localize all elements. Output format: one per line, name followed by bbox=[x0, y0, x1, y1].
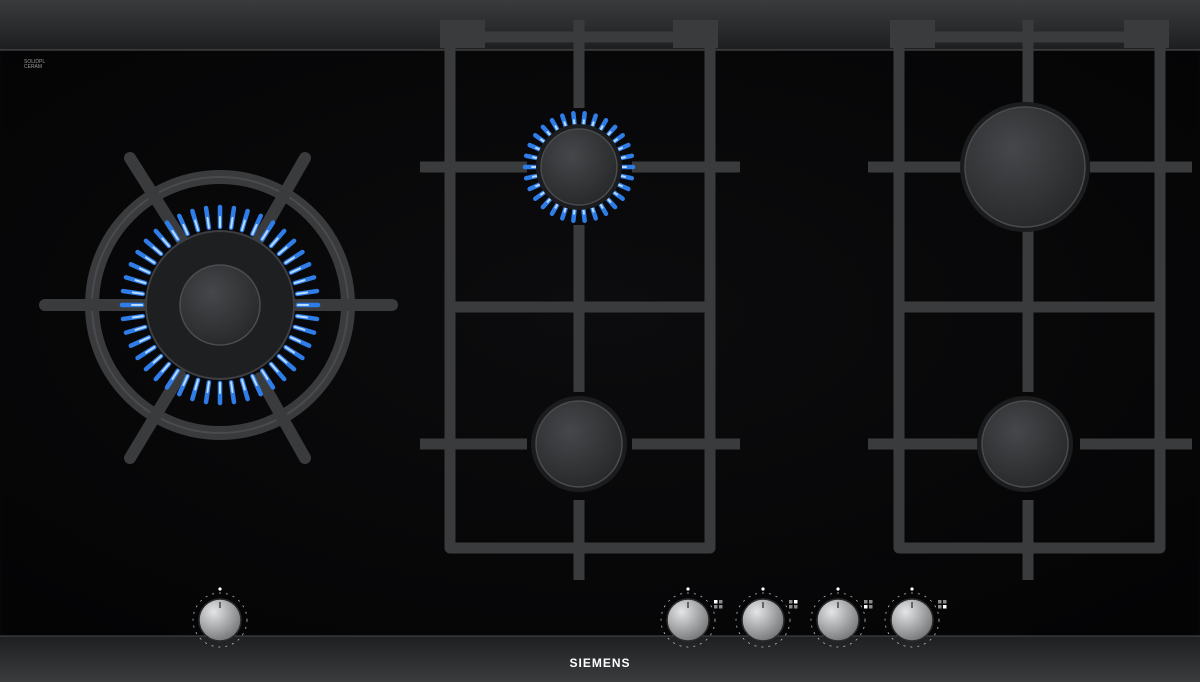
right-top-burner[interactable] bbox=[960, 102, 1090, 232]
position-cell bbox=[789, 600, 793, 604]
position-cell bbox=[719, 600, 723, 604]
wok-burner[interactable] bbox=[145, 230, 295, 380]
position-cell bbox=[869, 600, 873, 604]
off-dot bbox=[686, 587, 690, 591]
right-bottom-burner[interactable] bbox=[977, 396, 1073, 492]
certification-label: SOLIDPL CERAM bbox=[24, 60, 54, 70]
flame-core bbox=[230, 381, 234, 394]
off-dot bbox=[761, 587, 765, 591]
cert-line-2: CERAM bbox=[24, 64, 43, 70]
burner-cap-icon bbox=[540, 128, 618, 206]
flame-core bbox=[131, 291, 144, 295]
position-cell bbox=[943, 600, 947, 604]
grate-foot bbox=[1124, 20, 1169, 48]
middle-bottom-burner[interactable] bbox=[531, 396, 627, 492]
position-cell bbox=[794, 600, 798, 604]
burner-cap-icon bbox=[179, 264, 261, 346]
position-cell bbox=[794, 605, 798, 609]
position-cell bbox=[938, 605, 942, 609]
flame-core bbox=[230, 216, 234, 229]
position-cell bbox=[714, 600, 718, 604]
off-dot bbox=[910, 587, 914, 591]
off-dot bbox=[836, 587, 840, 591]
position-cell bbox=[714, 605, 718, 609]
flame-core bbox=[206, 381, 210, 394]
middle-top-burner[interactable] bbox=[536, 124, 622, 210]
burner-cap-icon bbox=[964, 106, 1086, 228]
gas-hob: SOLIDPL CERAM SIEMENS bbox=[0, 0, 1200, 682]
position-cell bbox=[943, 605, 947, 609]
grate-foot bbox=[673, 20, 718, 48]
position-cell bbox=[869, 605, 873, 609]
brand-logo: SIEMENS bbox=[569, 656, 631, 670]
flame-core bbox=[296, 315, 309, 319]
grate-foot bbox=[440, 20, 485, 48]
grate-foot bbox=[890, 20, 935, 48]
burner-cap-icon bbox=[535, 400, 623, 488]
position-cell bbox=[789, 605, 793, 609]
flame-core bbox=[206, 216, 210, 229]
flame-core bbox=[131, 315, 144, 319]
off-dot bbox=[218, 587, 222, 591]
burner-cap-icon bbox=[981, 400, 1069, 488]
position-cell bbox=[864, 600, 868, 604]
position-cell bbox=[864, 605, 868, 609]
position-cell bbox=[938, 600, 942, 604]
position-cell bbox=[719, 605, 723, 609]
flame-core bbox=[296, 291, 309, 295]
hob-illustration bbox=[0, 0, 1200, 682]
